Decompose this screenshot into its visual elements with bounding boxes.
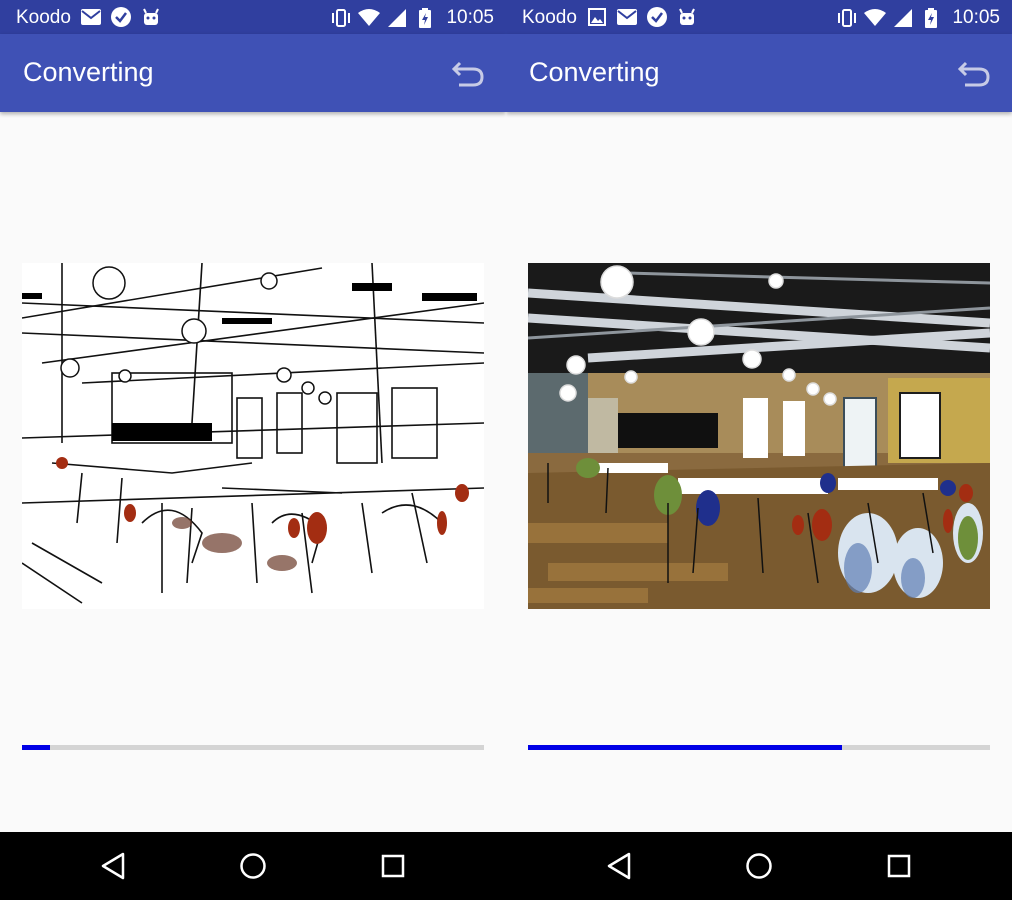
carrier-name: Koodo xyxy=(522,7,577,28)
progress-fill xyxy=(528,745,843,750)
status-bar: Koodo 10:05 xyxy=(506,0,1012,34)
vibrate-icon xyxy=(836,8,858,28)
signal-icon xyxy=(892,8,914,28)
recents-button[interactable] xyxy=(881,848,917,884)
check-circle-icon xyxy=(110,7,132,27)
battery-charging-icon xyxy=(414,8,436,28)
recents-button[interactable] xyxy=(375,848,411,884)
clock: 10:05 xyxy=(446,7,494,28)
converted-image xyxy=(528,263,990,609)
back-icon xyxy=(607,852,631,880)
converted-image xyxy=(22,263,484,609)
android-icon xyxy=(676,7,698,27)
undo-icon xyxy=(957,61,990,87)
back-button[interactable] xyxy=(601,848,637,884)
progress-bar xyxy=(22,745,484,750)
recents-icon xyxy=(381,854,405,878)
home-icon xyxy=(746,853,772,879)
mail-icon xyxy=(80,7,102,27)
progress-bar xyxy=(528,745,990,750)
page-title: Converting xyxy=(23,57,154,87)
check-circle-icon xyxy=(646,7,668,27)
wifi-icon xyxy=(864,8,887,28)
home-button[interactable] xyxy=(741,848,777,884)
signal-icon xyxy=(386,8,408,28)
screen-left: Koodo 10:05 Converting xyxy=(0,0,506,832)
app-bar: Converting xyxy=(506,34,1012,112)
screen-right: Koodo 10:05 Converting xyxy=(506,0,1012,832)
progress-fill xyxy=(22,745,50,750)
vibrate-icon xyxy=(330,8,352,28)
image-icon xyxy=(586,7,608,27)
page-title: Converting xyxy=(529,57,660,87)
back-icon xyxy=(101,852,125,880)
undo-button[interactable] xyxy=(954,54,994,94)
mail-icon xyxy=(616,7,638,27)
home-button[interactable] xyxy=(235,848,271,884)
clock: 10:05 xyxy=(952,7,1000,28)
carrier-name: Koodo xyxy=(16,7,71,28)
undo-icon xyxy=(451,61,484,87)
navigation-bar xyxy=(0,832,1012,900)
home-icon xyxy=(240,853,266,879)
battery-charging-icon xyxy=(920,8,942,28)
back-button[interactable] xyxy=(95,848,131,884)
app-bar: Converting xyxy=(0,34,506,112)
undo-button[interactable] xyxy=(448,54,488,94)
status-bar: Koodo 10:05 xyxy=(0,0,506,34)
recents-icon xyxy=(887,854,911,878)
android-icon xyxy=(140,7,162,27)
wifi-icon xyxy=(358,8,381,28)
